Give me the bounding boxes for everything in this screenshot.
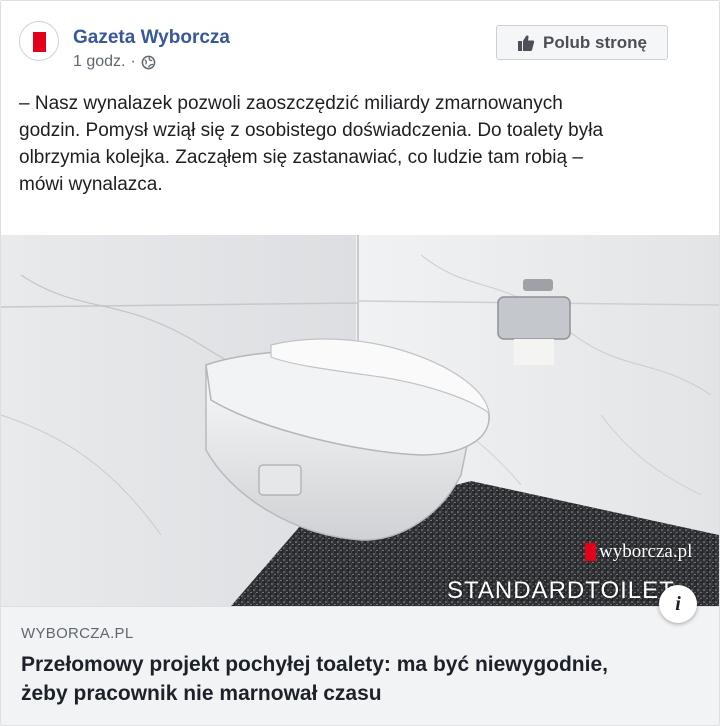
post-text-line: godzin. Pomysł wziął się z osobistego do…: [19, 120, 604, 141]
post-text-line: – Nasz wynalazek pozwoli zaoszczędzić mi…: [19, 93, 563, 114]
standardtoilet-watermark: STANDARDTOILET: [447, 577, 675, 604]
post-text: – Nasz wynalazek pozwoli zaoszczędzić mi…: [19, 90, 659, 198]
link-title[interactable]: Przełomowy projekt pochyłej toalety: ma …: [21, 650, 701, 708]
link-title-line: żeby pracownik nie marnował czasu: [21, 682, 382, 705]
like-page-button[interactable]: Polub stronę: [496, 25, 668, 60]
gazeta-logo-mark: [33, 32, 46, 52]
post-meta: 1 godz. ·: [73, 53, 156, 71]
page-avatar[interactable]: [19, 21, 59, 61]
post-header: Gazeta Wyborcza 1 godz. · Polub stronę: [1, 1, 719, 81]
wyborcza-watermark-logo: wyborcza.pl: [585, 541, 692, 563]
link-preview-box[interactable]: WYBORCZA.PL Przełomowy projekt pochyłej …: [1, 606, 719, 725]
post-text-line: mówi wynalazca.: [19, 174, 163, 195]
facebook-post: Gazeta Wyborcza 1 godz. · Polub stronę –…: [0, 0, 720, 726]
link-domain: WYBORCZA.PL: [21, 625, 134, 642]
post-timestamp[interactable]: 1 godz.: [73, 53, 125, 71]
link-title-line: Przełomowy projekt pochyłej toalety: ma …: [21, 653, 608, 676]
page-name-link[interactable]: Gazeta Wyborcza: [73, 27, 230, 49]
meta-separator: ·: [130, 53, 136, 70]
thumbs-up-icon: [518, 35, 535, 51]
like-page-label: Polub stronę: [543, 32, 647, 52]
globe-icon: [141, 55, 156, 69]
wyborcza-logo-square: [585, 543, 596, 561]
link-preview-image[interactable]: wyborcza.pl STANDARDTOILET: [1, 235, 719, 606]
info-button[interactable]: i: [659, 585, 697, 623]
post-text-line: olbrzymia kolejka. Zacząłem się zastanaw…: [19, 147, 583, 168]
watermark-logo-text: wyborcza.pl: [599, 541, 693, 562]
